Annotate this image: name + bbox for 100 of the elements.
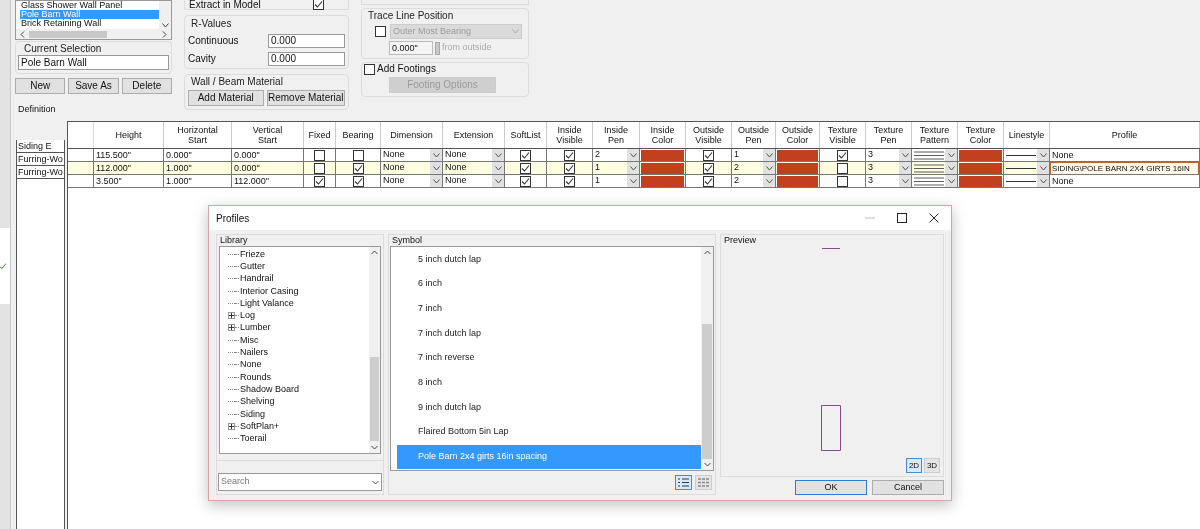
row-header[interactable]: Siding E [17, 140, 64, 153]
dropdown[interactable]: 3 [866, 175, 912, 188]
tree-item[interactable]: Nailers [239, 347, 268, 358]
checkbox[interactable] [352, 175, 364, 187]
checkbox[interactable] [352, 162, 364, 174]
dropdown[interactable]: 2 [732, 175, 776, 188]
color-swatch[interactable] [777, 149, 818, 161]
tree-item[interactable]: Lumber [239, 322, 271, 334]
tree-item[interactable]: Gutter [239, 260, 265, 272]
button[interactable]: Add Material [188, 90, 264, 106]
color-swatch[interactable] [641, 175, 684, 187]
input-field[interactable]: 0.000 [268, 33, 345, 48]
column-header[interactable]: Fixed [304, 122, 336, 148]
tree-item[interactable]: Log [239, 310, 256, 322]
symbol-item[interactable]: 8 inch [397, 370, 701, 396]
selection-field[interactable]: Pole Barn Wall [18, 55, 169, 70]
column-header[interactable]: Texture Visible [820, 122, 866, 148]
column-header[interactable]: Vertical Start [232, 122, 304, 148]
checkbox[interactable] [375, 26, 386, 37]
button[interactable]: OK [795, 480, 867, 495]
tree-item[interactable]: None [239, 359, 262, 371]
symbol-item[interactable]: 9 inch dutch lap [397, 395, 701, 420]
table-row[interactable]: 3.500" 1.000" 112.000" None None 1 2 3 None [68, 175, 1200, 188]
checkbox[interactable] [837, 149, 848, 161]
column-header[interactable]: Outside Pen [732, 122, 776, 148]
expand-icon[interactable] [228, 312, 235, 320]
checkbox[interactable] [314, 162, 325, 174]
scroll-up-icon[interactable] [703, 250, 711, 255]
checkbox[interactable] [520, 175, 531, 187]
column-header[interactable]: Horizontal Start [164, 122, 232, 148]
dropdown[interactable]: None [381, 175, 443, 188]
vertical-scrollbar[interactable] [159, 1, 171, 29]
tree-item[interactable]: Light Valance [239, 297, 294, 309]
color-swatch[interactable] [959, 175, 1002, 187]
column-header[interactable]: Inside Color [640, 122, 686, 148]
list-item[interactable]: Brick Retaining Wall [20, 19, 159, 28]
scroll-down-icon[interactable] [703, 462, 711, 467]
checkbox[interactable] [564, 175, 575, 187]
dropdown[interactable] [1004, 175, 1050, 188]
checkbox[interactable] [352, 149, 364, 161]
tree-item[interactable]: Handrail [239, 273, 274, 285]
color-swatch[interactable] [777, 175, 818, 187]
tree-item[interactable]: Interior Casing [239, 285, 299, 297]
scroll-down-icon[interactable] [371, 445, 378, 450]
button[interactable]: Remove Material [266, 90, 345, 106]
row-header[interactable]: Furring-Wo [17, 166, 64, 179]
view-toggle[interactable]: 2D [906, 458, 922, 473]
checkbox[interactable] [837, 175, 848, 187]
tree-item[interactable]: SoftPlan+ [239, 420, 280, 432]
column-header[interactable]: Dimension [381, 122, 443, 148]
tree-item[interactable]: Frieze [239, 248, 265, 260]
tree-item[interactable]: Shadow Board [239, 383, 300, 395]
color-swatch[interactable] [641, 149, 684, 161]
column-header[interactable]: Texture Pattern [912, 122, 958, 148]
symbol-item[interactable]: 7 inch [397, 296, 701, 322]
column-header[interactable]: Outside Visible [686, 122, 732, 148]
column-header[interactable]: Outside Color [776, 122, 820, 148]
column-header[interactable]: Height [94, 122, 164, 148]
color-swatch[interactable] [777, 162, 818, 174]
symbol-item[interactable]: 7 inch reverse [397, 345, 701, 371]
table-row[interactable]: 115.500" 0.000" 0.000" None None 2 1 3 None [68, 149, 1200, 162]
column-header[interactable]: Bearing [336, 122, 381, 148]
button[interactable]: Cancel [872, 480, 944, 495]
tree-item[interactable]: Rounds [239, 371, 272, 383]
checkbox[interactable] [564, 149, 575, 161]
column-header[interactable]: Inside Pen [593, 122, 640, 148]
column-header[interactable]: SoftList [505, 122, 547, 148]
input-field[interactable]: 0.000" [389, 41, 433, 55]
view-toggle[interactable]: 3D [924, 458, 940, 473]
symbol-item[interactable]: 5 inch dutch lap [397, 247, 701, 272]
checkbox[interactable] [837, 162, 848, 174]
search-field[interactable]: Search [218, 473, 382, 491]
button[interactable]: New [15, 78, 66, 94]
list-view-button[interactable] [675, 475, 692, 490]
column-header[interactable]: Texture Pen [866, 122, 912, 148]
symbol-item[interactable]: 7 inch dutch lap [397, 321, 701, 346]
tree-item[interactable]: Misc [239, 334, 259, 346]
dropdown[interactable]: None [443, 175, 505, 188]
vertical-scrollbar[interactable] [701, 247, 713, 470]
color-swatch[interactable] [959, 162, 1002, 174]
checkbox[interactable] [313, 0, 324, 10]
button[interactable]: Save As [68, 78, 119, 94]
column-header[interactable]: Linestyle [1004, 122, 1050, 148]
tree-item[interactable]: Siding [239, 408, 266, 420]
tree-item[interactable]: Shelving [239, 396, 275, 408]
expand-icon[interactable] [228, 422, 235, 430]
column-header[interactable]: Extension [443, 122, 505, 148]
checkbox[interactable] [520, 162, 531, 174]
checkbox[interactable] [703, 175, 714, 187]
list-item[interactable]: Glass Shower Wall Panel [20, 1, 159, 10]
color-swatch[interactable] [959, 149, 1002, 161]
column-header[interactable]: Texture Color [958, 122, 1004, 148]
tree-item[interactable]: Toerail [239, 433, 267, 445]
checkbox[interactable] [314, 175, 325, 187]
column-header[interactable]: Inside Visible [547, 122, 593, 148]
symbol-item[interactable]: Flaired Bottom 5in Lap [397, 419, 701, 445]
vertical-scrollbar[interactable] [369, 247, 380, 453]
symbol-item[interactable]: 6 inch [397, 271, 701, 297]
table-row[interactable]: 112.000" 1.000" 0.000" None None 1 2 3 SIDING\POLE BARN 2X4 GIRTS 16IN [68, 162, 1200, 175]
checkbox[interactable] [564, 162, 575, 174]
